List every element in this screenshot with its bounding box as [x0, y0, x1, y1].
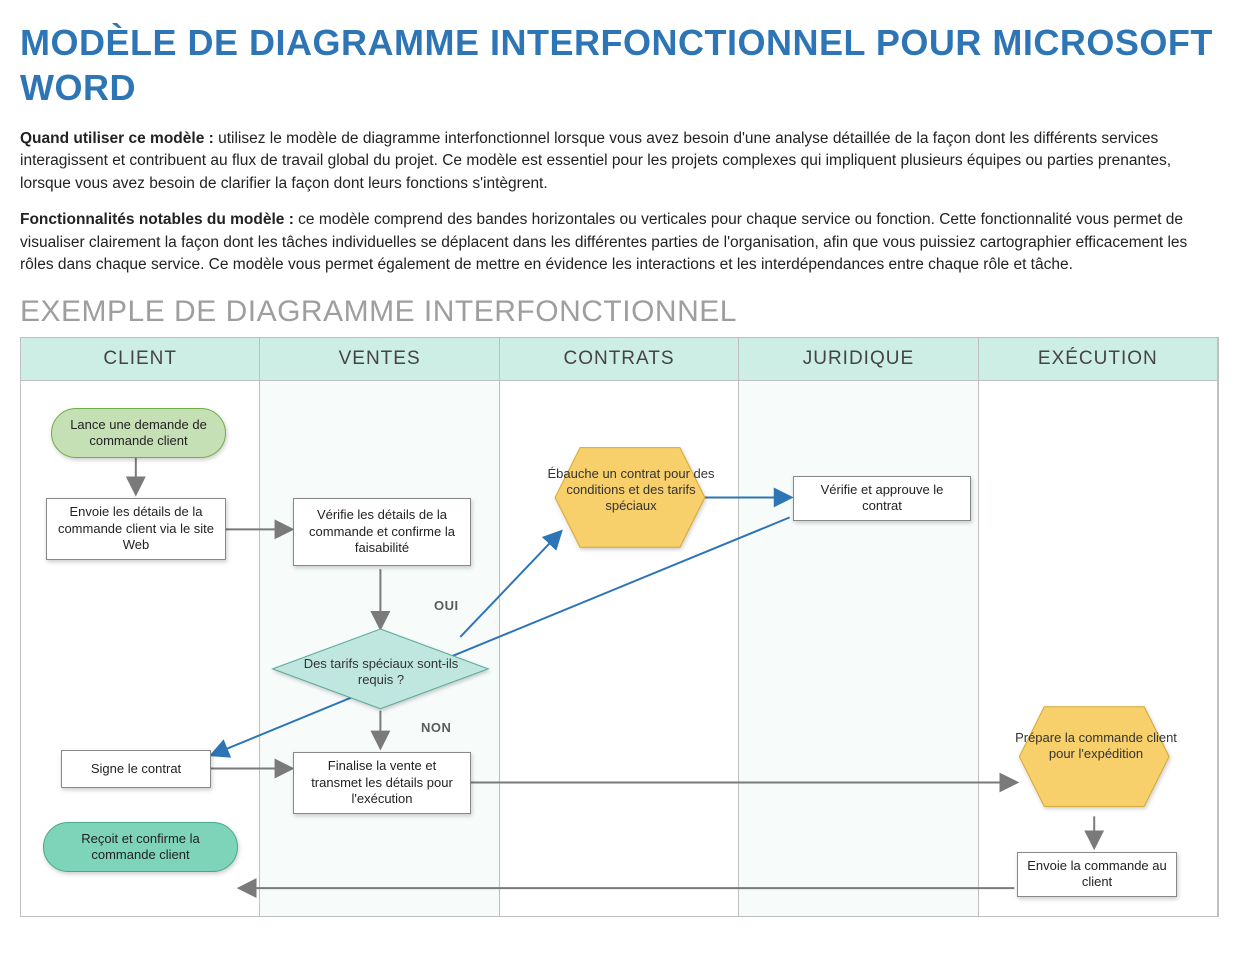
node-finalize: Finalise la vente et transmet les détail…	[293, 752, 471, 814]
lane-header-ventes: VENTES	[260, 338, 498, 381]
edge-label-no: NON	[421, 720, 451, 735]
node-send-details: Envoie les détails de la commande client…	[46, 498, 226, 560]
node-decision: Des tarifs spéciaux sont-ils requis ?	[296, 656, 466, 689]
diagram-subtitle: EXEMPLE DE DIAGRAMME INTERFONCTIONNEL	[20, 295, 1219, 329]
lane-juridique: JURIDIQUE	[739, 338, 978, 916]
intro-paragraph-when: Quand utiliser ce modèle : utilisez le m…	[20, 128, 1219, 195]
intro-features-label: Fonctionnalités notables du modèle :	[20, 211, 294, 228]
lane-contrats: CONTRATS	[500, 338, 739, 916]
node-prepare: Prépare la commande client pour l'expédi…	[1011, 730, 1181, 763]
node-draft: Ébauche un contrat pour des conditions e…	[546, 466, 716, 515]
lane-header-execution: EXÉCUTION	[979, 338, 1217, 381]
node-receive: Reçoit et confirme la commande client	[43, 822, 238, 872]
node-approve: Vérifie et approuve le contrat	[793, 476, 971, 521]
node-start: Lance une demande de commande client	[51, 408, 226, 458]
page-title: MODÈLE DE DIAGRAMME INTERFONCTIONNEL POU…	[20, 20, 1219, 110]
intro-paragraph-features: Fonctionnalités notables du modèle : ce …	[20, 209, 1219, 276]
lane-ventes: VENTES	[260, 338, 499, 916]
lane-execution: EXÉCUTION	[979, 338, 1218, 916]
node-verify: Vérifie les détails de la commande et co…	[293, 498, 471, 566]
lane-header-juridique: JURIDIQUE	[739, 338, 977, 381]
edge-label-yes: OUI	[434, 598, 459, 613]
node-ship: Envoie la commande au client	[1017, 852, 1177, 897]
intro-when-label: Quand utiliser ce modèle :	[20, 130, 214, 147]
swimlane-diagram: CLIENT VENTES CONTRATS JURIDIQUE EXÉCUTI…	[20, 337, 1219, 917]
lane-header-client: CLIENT	[21, 338, 259, 381]
lane-header-contrats: CONTRATS	[500, 338, 738, 381]
node-sign: Signe le contrat	[61, 750, 211, 788]
